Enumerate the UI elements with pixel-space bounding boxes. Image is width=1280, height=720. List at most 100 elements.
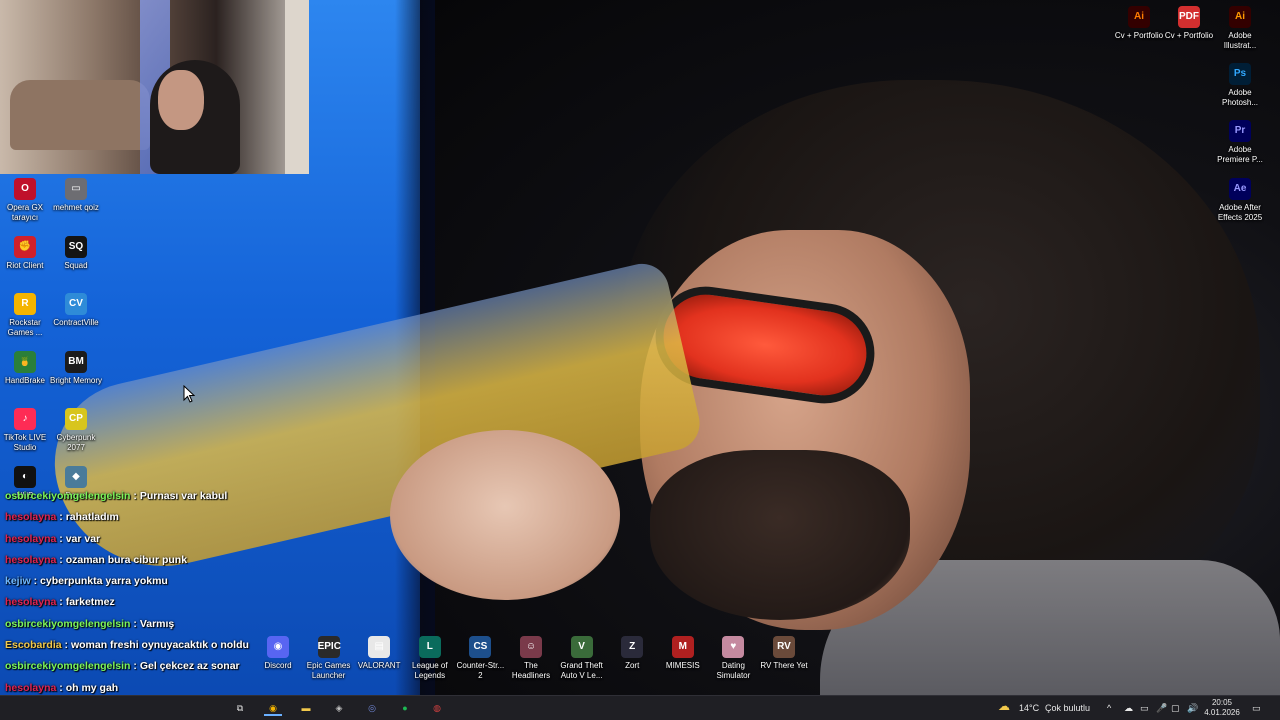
desktop-icon-label: League of Legends: [412, 661, 448, 680]
cyberpunk-2077-icon: CP: [65, 408, 87, 430]
chrome-icon[interactable]: ◉: [264, 700, 282, 716]
pdf-file-icon: PDF: [1178, 6, 1200, 28]
chat-text: woman freshi oynuyacaktık o noldu: [70, 639, 249, 652]
display-icon[interactable]: ▢: [1171, 702, 1180, 714]
desktop-icon[interactable]: ▭ mehmet qoiz: [49, 178, 103, 213]
desktop-icon-label: Riot Client: [6, 260, 44, 270]
desktop-icon[interactable]: Ae Adobe After Effects 2025: [1213, 178, 1267, 223]
notification-icon[interactable]: ▭: [1252, 702, 1261, 714]
chat-separator: :: [130, 617, 140, 630]
desktop-icon-label: Squad: [64, 260, 88, 270]
chat-message: hesolayna : rahatladım: [5, 510, 325, 531]
task-view-icon[interactable]: ⧉: [231, 700, 249, 716]
desktop-icon-label: mehmet qoiz: [53, 203, 99, 212]
desktop-icon[interactable]: L League of Legends: [403, 636, 457, 681]
desktop-icon[interactable]: 🍍 HandBrake: [0, 350, 52, 386]
cloud-sync-icon[interactable]: ☁: [1124, 702, 1133, 714]
chat-message: kejiw : cyberpunkta yarra yokmu: [5, 574, 325, 595]
desktop-icon-label: Counter-Str... 2: [456, 661, 505, 680]
clock[interactable]: 20:05 4.01.2026: [1204, 698, 1240, 718]
handbrake-icon: 🍍: [14, 350, 36, 373]
gta-v-icon: V: [570, 636, 593, 658]
chat-message: Escobardia : woman freshi oynuyacaktık o…: [5, 638, 325, 659]
webcam-overlay: [0, 0, 309, 174]
squad-icon: SQ: [65, 235, 87, 258]
desktop-icon-label: Cv + Portfolio: [1164, 31, 1214, 40]
chat-text: ozaman bura cibur punk: [65, 553, 188, 566]
taskbar: ⧉ ◉ ▬ ◈ ◎ ● ◍ ☁ 14°C Çok bulutlu ^ ☁ ▭ 🎤 ▢ 🔊 2…: [0, 695, 1280, 720]
hub-icon: ◐: [14, 465, 36, 488]
chat-username: hesolayna: [5, 532, 57, 545]
chat-text: farketmez: [65, 596, 115, 609]
file-explorer-icon[interactable]: ▬: [297, 700, 315, 716]
chat-username: hesolayna: [5, 553, 57, 566]
chat-username: kejiw: [5, 575, 31, 588]
desktop-icon-label: Cv + Portfolio: [1114, 31, 1164, 40]
chat-text: cyberpunkta yarra yokmu: [40, 575, 168, 588]
chat-username: osbircekiyomgelengelsin: [5, 490, 131, 502]
desktop-icon[interactable]: BM Bright Memory: [49, 350, 103, 386]
desktop-icon[interactable]: ♥ Dating Simulator: [706, 636, 760, 681]
desktop-icon[interactable]: R Rockstar Games ...: [0, 293, 52, 338]
chat-username: Escobardia: [5, 639, 62, 652]
chat-text: Gel çekcez az sonar: [139, 660, 240, 673]
desktop-icon[interactable]: ♪ TikTok LIVE Studio: [0, 408, 52, 453]
desktop-icon[interactable]: V Grand Theft Auto V Le...: [555, 636, 609, 681]
webcam-head: [158, 70, 204, 130]
rockstar-games-icon: R: [14, 293, 36, 315]
chat-username: hesolayna: [5, 681, 57, 694]
desktop-icon[interactable]: Ai Cv + Portfolio: [1112, 6, 1166, 41]
desktop-icon-label: ContractVille: [53, 318, 99, 327]
desktop-icon[interactable]: PDF Cv + Portfolio: [1162, 6, 1216, 41]
counter-strike-icon: CS: [469, 636, 492, 658]
desktop-icon[interactable]: ☺ The Headliners: [504, 636, 558, 681]
clock-time: 20:05: [1211, 698, 1233, 707]
desktop-icon[interactable]: M MIMESIS: [656, 636, 710, 671]
desktop-icon[interactable]: CS Counter-Str... 2: [453, 636, 507, 681]
weather-temperature[interactable]: 14°C: [1019, 702, 1039, 714]
desktop-icon[interactable]: SQ Squad: [49, 235, 103, 271]
network-icon[interactable]: ▭: [1140, 702, 1149, 714]
discord-taskbar-icon[interactable]: ◎: [363, 700, 381, 716]
adobe-photoshop-icon: Ps: [1229, 63, 1251, 85]
weather-description[interactable]: Çok bulutlu: [1045, 702, 1090, 714]
chat-separator: :: [130, 660, 140, 673]
chat-text: var var: [65, 532, 101, 545]
microphone-icon[interactable]: 🎤: [1156, 702, 1167, 714]
desktop-icon-label: The Headliners: [511, 661, 551, 680]
desktop-icon-label: RV There Yet: [760, 661, 808, 670]
obs-icon[interactable]: ◍: [428, 700, 446, 716]
desktop-icon[interactable]: Pr Adobe Premiere P...: [1213, 120, 1267, 165]
chat-text: Purnası var kabul: [139, 490, 228, 502]
desktop-icon-label: Adobe Photosh...: [1221, 88, 1259, 107]
desktop-icon[interactable]: Z Zort: [605, 636, 659, 671]
weather-icon[interactable]: ☁: [998, 700, 1010, 712]
desktop-icon[interactable]: Ai Adobe Illustrat...: [1213, 6, 1267, 51]
chat-message: osbircekiyomgelengelsin : Gel çekcez az …: [5, 659, 325, 680]
chat-username: hesolayna: [5, 596, 57, 609]
desktop-icon[interactable]: CP Cyberpunk 2077: [49, 408, 103, 453]
adobe-illustrator-icon: Ai: [1229, 6, 1251, 28]
desktop-icon[interactable]: ▤ VALORANT: [352, 636, 406, 671]
desktop-icon[interactable]: Ps Adobe Photosh...: [1213, 63, 1267, 108]
spotify-icon[interactable]: ●: [396, 700, 414, 716]
shortcut-icon: ▭: [65, 178, 87, 200]
desktop-icon[interactable]: RV RV There Yet: [757, 636, 811, 671]
webcam-door: [285, 0, 309, 174]
desktop-icon-label: Dating Simulator: [716, 661, 751, 680]
desktop-icon[interactable]: ✊ Riot Client: [0, 235, 52, 271]
volume-icon[interactable]: 🔊: [1187, 702, 1198, 714]
clock-date: 4.01.2026: [1204, 708, 1240, 717]
desktop-icon-label: HandBrake: [4, 375, 46, 385]
desktop-icon[interactable]: CV ContractVille: [49, 293, 103, 328]
desktop-icon-label: Rockstar Games ...: [7, 318, 43, 337]
chat-message: osbircekiyomgelengelsin : Purnası var ka…: [5, 489, 325, 510]
desktop-icon[interactable]: O Opera GX tarayıcı: [0, 178, 52, 223]
opera-gx-icon: O: [14, 178, 36, 200]
desktop-icon-label: Adobe Illustrat...: [1223, 31, 1257, 50]
chevron-up-icon[interactable]: ^: [1107, 702, 1111, 714]
chat-separator: :: [56, 596, 66, 609]
bright-memory-icon: BM: [65, 350, 87, 373]
app-icon[interactable]: ◈: [330, 700, 348, 716]
chat-message: hesolayna : farketmez: [5, 595, 325, 616]
